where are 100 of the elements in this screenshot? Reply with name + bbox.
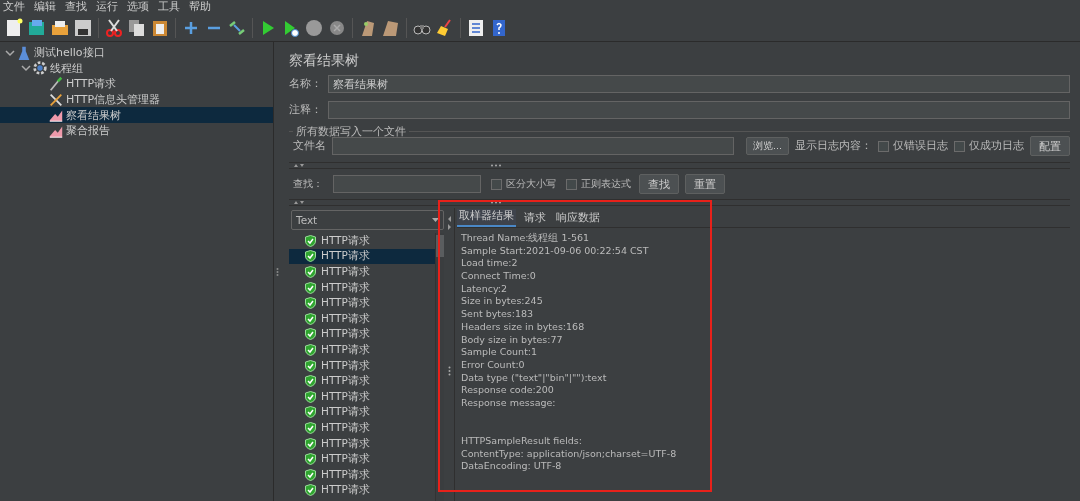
result-item[interactable]: HTTP请求: [289, 264, 435, 280]
result-detail-text: Latency:2: [461, 282, 508, 294]
browse-button[interactable]: 浏览...: [745, 137, 789, 155]
menu-item[interactable]: 选项: [127, 0, 149, 14]
splitter-grip-icon[interactable]: [489, 201, 502, 204]
result-item[interactable]: HTTP请求: [289, 451, 435, 467]
shield-check-icon: [305, 343, 316, 356]
result-item[interactable]: HTTP请求: [289, 248, 435, 265]
copy-icon[interactable]: [127, 17, 147, 38]
shield-check-icon: [305, 468, 316, 481]
collapse-arrows-icon[interactable]: [293, 163, 305, 168]
field-label: 注释：: [289, 103, 322, 117]
field-label: 查找：: [293, 177, 323, 191]
menu-item[interactable]: 编辑: [34, 0, 56, 14]
template-icon[interactable]: [27, 17, 47, 38]
field-label: 文件名: [293, 139, 326, 153]
tree-item[interactable]: 线程组: [0, 60, 273, 77]
expand-arrows-icon[interactable]: [446, 216, 452, 230]
renderer-dropdown[interactable]: Text: [291, 210, 444, 230]
scissors-icon[interactable]: [104, 17, 124, 38]
collapse-arrows-icon[interactable]: [293, 200, 305, 205]
shield-check-icon: [305, 406, 316, 419]
menu-item[interactable]: 工具: [158, 0, 180, 14]
search-field[interactable]: [333, 175, 481, 193]
result-detail-text: Load time:2: [461, 257, 518, 269]
tools-icon: [48, 91, 64, 108]
result-item[interactable]: HTTP请求: [289, 342, 435, 358]
result-item[interactable]: HTTP请求: [289, 326, 435, 343]
stop-icon[interactable]: [304, 17, 324, 38]
result-detail-text: Headers size in bytes:168: [461, 320, 585, 332]
result-detail-text: Sample Start:2021-09-06 00:22:54 CST: [461, 244, 649, 256]
checkbox[interactable]: [878, 140, 889, 152]
checkbox-label[interactable]: 正则表达式: [581, 177, 631, 191]
dropdown-arrow-icon: [432, 218, 439, 222]
result-item[interactable]: HTTP请求: [289, 295, 435, 311]
result-item[interactable]: HTTP请求: [289, 388, 435, 405]
result-item[interactable]: HTTP请求: [289, 373, 435, 389]
field-label: 名称：: [289, 77, 322, 91]
menu-item[interactable]: 查找: [65, 0, 87, 14]
comment-field[interactable]: [328, 101, 1070, 119]
result-detail-text: Thread Name:线程组 1-561: [461, 232, 590, 243]
shield-check-icon: [305, 390, 316, 403]
tree-item[interactable]: HTTP信息头管理器: [0, 91, 273, 108]
checkbox[interactable]: [566, 178, 577, 190]
reset-button[interactable]: 重置: [685, 174, 725, 194]
flask-icon: [16, 44, 32, 61]
result-item[interactable]: HTTP请求: [289, 357, 435, 374]
tree-item[interactable]: 测试hello接口: [0, 45, 273, 61]
shield-check-icon: [305, 421, 316, 434]
result-item[interactable]: HTTP请求: [289, 482, 435, 499]
pipette-icon: [48, 76, 64, 92]
checkbox[interactable]: [954, 140, 965, 152]
result-item[interactable]: HTTP请求: [289, 420, 435, 436]
splitter-grip-icon[interactable]: [276, 266, 279, 277]
checkbox-label[interactable]: 仅错误日志: [893, 139, 948, 153]
result-detail-text: Connect Time:0: [461, 270, 536, 282]
function-list-icon[interactable]: [466, 17, 486, 38]
menu-item[interactable]: 帮助: [189, 0, 211, 14]
name-field[interactable]: 察看结果树: [328, 75, 1070, 93]
save-icon[interactable]: [73, 17, 93, 38]
result-detail-text: Error Count:0: [461, 358, 525, 370]
result-item[interactable]: HTTP请求: [289, 435, 435, 452]
new-file-icon[interactable]: [4, 17, 24, 38]
tree-item[interactable]: 察看结果树: [0, 107, 273, 123]
result-item[interactable]: HTTP请求: [289, 404, 435, 421]
filename-field[interactable]: [332, 137, 734, 155]
checkbox[interactable]: [491, 178, 502, 190]
result-detail-text: HTTPSampleResult fields:: [461, 435, 582, 446]
result-item[interactable]: HTTP请求: [289, 233, 435, 249]
tree-item[interactable]: HTTP请求: [0, 76, 273, 92]
result-item[interactable]: HTTP请求: [289, 310, 435, 327]
checkbox-label[interactable]: 仅成功日志: [969, 139, 1024, 153]
result-detail-text: Sent bytes:183: [461, 308, 534, 320]
result-item[interactable]: HTTP请求: [289, 279, 435, 296]
result-detail-text: Data type ("text"|"bin"|""):text: [461, 371, 607, 383]
gear-icon: [32, 60, 48, 77]
menu-item[interactable]: 文件: [3, 0, 25, 14]
result-detail-text: Size in bytes:245: [461, 295, 543, 307]
tab[interactable]: 响应数据: [554, 211, 602, 227]
tab[interactable]: 请求: [522, 211, 548, 227]
menu-item[interactable]: 运行: [96, 0, 118, 14]
splitter-grip-icon[interactable]: [447, 366, 451, 376]
shield-check-icon: [305, 359, 316, 372]
splitter-grip-icon[interactable]: [489, 164, 502, 167]
config-button[interactable]: 配置: [1030, 136, 1070, 156]
scrollbar-thumb[interactable]: [436, 235, 444, 257]
result-detail-text: DataEncoding: UTF-8: [461, 460, 562, 472]
tree-item[interactable]: 聚合报告: [0, 122, 273, 139]
result-item[interactable]: HTTP请求: [289, 466, 435, 483]
result-detail-text: Response code:200: [461, 384, 554, 396]
shield-check-icon: [305, 375, 316, 388]
shield-check-icon: [305, 328, 316, 341]
section-title: 所有数据写入一个文件: [295, 125, 407, 137]
search-button[interactable]: 查找: [639, 174, 679, 194]
shield-check-icon: [305, 484, 316, 497]
tab[interactable]: 取样器结果: [457, 209, 516, 227]
checkbox-label[interactable]: 区分大小写: [506, 177, 556, 191]
shield-check-icon: [305, 453, 316, 466]
shield-check-icon: [305, 250, 316, 263]
result-detail-text: Body size in bytes:77: [461, 333, 563, 345]
